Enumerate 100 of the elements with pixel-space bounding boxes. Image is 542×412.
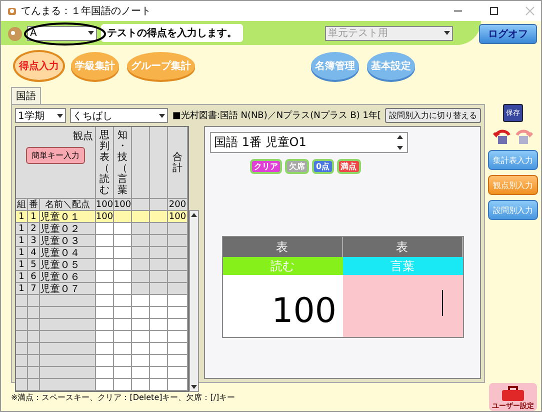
score-cell[interactable] bbox=[132, 379, 150, 391]
score-cell[interactable] bbox=[150, 331, 168, 343]
undo-icon[interactable] bbox=[492, 127, 512, 145]
table-cell bbox=[40, 307, 96, 319]
table-cell bbox=[28, 307, 40, 319]
easy-key-button[interactable]: 簡単キー入力 bbox=[26, 147, 85, 164]
score-cell[interactable] bbox=[132, 355, 150, 367]
score-cell[interactable] bbox=[132, 283, 150, 295]
student-name[interactable]: 児童０２ bbox=[40, 223, 96, 235]
score-cell[interactable] bbox=[114, 307, 132, 319]
score-cell[interactable] bbox=[132, 367, 150, 379]
redo-icon[interactable] bbox=[514, 127, 534, 145]
column-header: 知・技（言葉 bbox=[116, 130, 128, 196]
score-cell[interactable] bbox=[132, 271, 150, 283]
subject-tab[interactable]: 国語 bbox=[11, 87, 41, 104]
table-cell bbox=[40, 295, 96, 307]
score-cell[interactable] bbox=[150, 379, 168, 391]
score-cell[interactable] bbox=[96, 247, 114, 259]
scrollbar[interactable] bbox=[189, 210, 199, 392]
student-name[interactable]: 児童０１ bbox=[40, 211, 96, 223]
student-name[interactable]: 児童０６ bbox=[40, 271, 96, 283]
score-cell[interactable] bbox=[150, 355, 168, 367]
score-cell[interactable] bbox=[114, 379, 132, 391]
score-cell[interactable] bbox=[132, 319, 150, 331]
table-cell: 5 bbox=[28, 259, 40, 271]
score-cell[interactable] bbox=[96, 355, 114, 367]
student-name[interactable]: 児童０３ bbox=[40, 235, 96, 247]
unit-select[interactable]: くちばし bbox=[70, 108, 168, 123]
student-name[interactable]: 児童０４ bbox=[40, 247, 96, 259]
column-header: 思判表（読む bbox=[98, 130, 110, 196]
score-cell[interactable] bbox=[96, 223, 114, 235]
score-cell[interactable] bbox=[114, 271, 132, 283]
quick-score-button[interactable]: クリア bbox=[250, 159, 282, 174]
total-cell bbox=[168, 307, 188, 319]
score-cell[interactable]: 100 bbox=[96, 211, 114, 223]
score-cell[interactable] bbox=[114, 259, 132, 271]
student-name[interactable]: 児童０７ bbox=[40, 283, 96, 295]
score-cell[interactable] bbox=[96, 307, 114, 319]
score-cell[interactable] bbox=[132, 259, 150, 271]
student-field[interactable]: 国語 1番 児童O1 bbox=[210, 132, 408, 153]
score-cell[interactable] bbox=[114, 343, 132, 355]
score-cell[interactable] bbox=[114, 211, 132, 223]
score-cell[interactable] bbox=[96, 259, 114, 271]
score-cell[interactable] bbox=[132, 343, 150, 355]
score-cell[interactable] bbox=[96, 319, 114, 331]
score-cell[interactable] bbox=[96, 379, 114, 391]
score-cell[interactable] bbox=[150, 211, 168, 223]
score-cell[interactable] bbox=[150, 307, 168, 319]
quick-score-button[interactable]: 満点 bbox=[336, 159, 361, 174]
score-cell[interactable] bbox=[114, 283, 132, 295]
score-cell[interactable] bbox=[150, 319, 168, 331]
score-cell[interactable] bbox=[96, 295, 114, 307]
score-cell[interactable] bbox=[132, 295, 150, 307]
score-cell[interactable] bbox=[150, 235, 168, 247]
score-cell[interactable] bbox=[132, 223, 150, 235]
score-cell[interactable] bbox=[132, 331, 150, 343]
score-cell[interactable] bbox=[114, 223, 132, 235]
class-select[interactable]: A bbox=[27, 26, 97, 40]
total-cell bbox=[168, 319, 188, 331]
max-score: 100 bbox=[96, 200, 113, 210]
score-cell[interactable] bbox=[96, 331, 114, 343]
quick-score-button[interactable]: 0点 bbox=[312, 159, 334, 174]
score-cell[interactable] bbox=[114, 367, 132, 379]
score-cell[interactable] bbox=[150, 295, 168, 307]
switch-input-button[interactable]: 設問別入力に切り替える bbox=[385, 108, 481, 123]
score-cell[interactable] bbox=[96, 367, 114, 379]
table-cell bbox=[28, 343, 40, 355]
score-cell[interactable] bbox=[96, 343, 114, 355]
score-cell[interactable] bbox=[96, 271, 114, 283]
close-icon[interactable] bbox=[525, 6, 535, 16]
score-input[interactable] bbox=[342, 275, 462, 337]
score-cell[interactable] bbox=[114, 319, 132, 331]
score-cell[interactable] bbox=[114, 247, 132, 259]
viewpoint-header: 言葉 bbox=[342, 257, 462, 275]
score-cell[interactable] bbox=[114, 355, 132, 367]
student-name[interactable]: 児童０５ bbox=[40, 259, 96, 271]
score-input[interactable]: 100 bbox=[222, 275, 342, 337]
score-cell[interactable] bbox=[150, 247, 168, 259]
logoff-button[interactable]: ログオフ bbox=[479, 24, 537, 44]
score-cell[interactable] bbox=[150, 283, 168, 295]
score-cell[interactable] bbox=[150, 223, 168, 235]
score-cell[interactable] bbox=[150, 343, 168, 355]
score-cell[interactable] bbox=[96, 283, 114, 295]
score-cell[interactable] bbox=[132, 235, 150, 247]
table-cell bbox=[28, 295, 40, 307]
score-cell[interactable] bbox=[150, 271, 168, 283]
score-cell[interactable] bbox=[132, 247, 150, 259]
total-cell bbox=[168, 343, 188, 355]
score-cell[interactable] bbox=[114, 235, 132, 247]
maximize-icon[interactable] bbox=[489, 6, 499, 16]
score-cell[interactable] bbox=[132, 307, 150, 319]
score-cell[interactable] bbox=[132, 211, 150, 223]
score-cell[interactable] bbox=[96, 235, 114, 247]
score-cell[interactable] bbox=[150, 367, 168, 379]
table-cell: 3 bbox=[28, 235, 40, 247]
score-cell[interactable] bbox=[150, 259, 168, 271]
score-cell[interactable] bbox=[114, 295, 132, 307]
table-cell: 1 bbox=[16, 271, 28, 283]
score-cell[interactable] bbox=[114, 331, 132, 343]
term-select[interactable]: 1学期 bbox=[15, 108, 66, 123]
